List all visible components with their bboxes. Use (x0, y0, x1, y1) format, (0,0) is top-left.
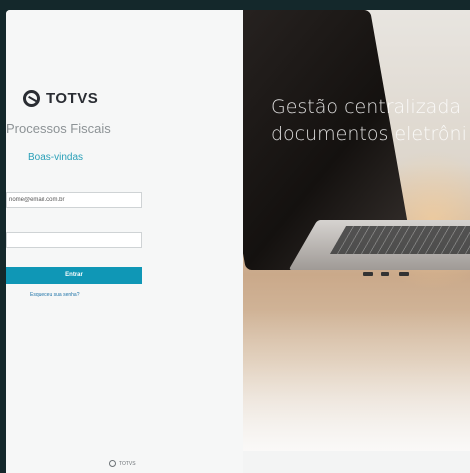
brand-name: TOTVS (46, 90, 99, 107)
laptop-port (381, 272, 389, 276)
hero-headline: Gestão centralizada documentos eletrôni (271, 94, 467, 148)
password-field[interactable] (6, 232, 142, 248)
login-window: TOTVS Processos Fiscais Boas-vindas Entr… (6, 10, 470, 473)
welcome-text: Boas-vindas (28, 152, 84, 163)
forgot-password-link[interactable]: Esqueceu sua senha? (30, 292, 79, 298)
submit-button[interactable]: Entrar (6, 267, 142, 284)
app-title: Processos Fiscais (6, 121, 111, 136)
footer-brand: TOTVS (109, 460, 136, 467)
email-field[interactable] (6, 192, 142, 208)
hero-line-2: documentos eletrôni (271, 123, 467, 145)
login-panel: TOTVS Processos Fiscais Boas-vindas Entr… (6, 10, 243, 473)
totvs-logo-icon (23, 90, 40, 107)
desk-glare (243, 310, 470, 451)
brand-logo: TOTVS (23, 90, 98, 107)
hero-line-1: Gestão centralizada (271, 96, 462, 118)
laptop-port (363, 272, 373, 276)
laptop-port (399, 272, 409, 276)
laptop-keyboard (329, 226, 470, 254)
hero-image: Gestão centralizada documentos eletrôni (243, 10, 470, 451)
totvs-footer-icon (109, 460, 116, 467)
footer-brand-name: TOTVS (119, 460, 136, 467)
